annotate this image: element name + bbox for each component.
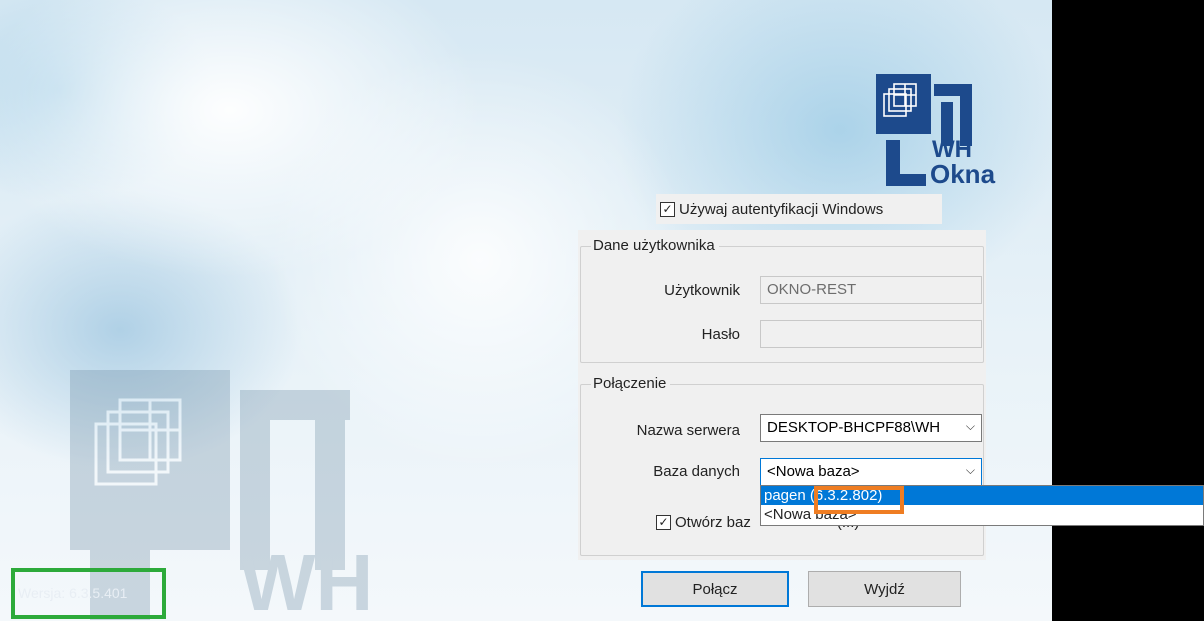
logo-text-okna: Okna (930, 159, 996, 189)
database-combobox[interactable]: <Nowa baza> ⌵ (760, 458, 982, 486)
exit-button[interactable]: Wyjdź (808, 571, 961, 607)
password-field[interactable] (760, 320, 982, 348)
server-combobox[interactable]: DESKTOP-BHCPF88\WH ⌵ (760, 414, 982, 442)
server-combobox-value: DESKTOP-BHCPF88\WH (767, 419, 941, 436)
database-label: Baza danych (653, 463, 740, 480)
connection-group-title: Połączenie (591, 375, 671, 392)
windows-auth-checkbox[interactable]: ✓ (660, 201, 675, 217)
highlight-version-number (814, 486, 904, 514)
login-window: WH WH Okna ✓ Używaj autentyfikacji Windo… (0, 0, 1052, 621)
open-db-checkbox[interactable]: ✓ (656, 514, 671, 530)
user-data-group-title: Dane użytkownika (591, 237, 719, 254)
windows-auth-label: Używaj autentyfikacji Windows (679, 200, 884, 218)
user-label: Użytkownik (664, 282, 740, 299)
password-label: Hasło (701, 326, 740, 343)
open-db-label: Otwórz baz (675, 513, 751, 531)
chevron-down-icon[interactable]: ⌵ (966, 463, 975, 478)
svg-text:WH: WH (240, 538, 373, 621)
database-combobox-value: <Nowa baza> (767, 463, 860, 480)
connect-button[interactable]: Połącz (641, 571, 789, 607)
highlight-app-version (11, 568, 166, 619)
user-field[interactable]: OKNO-REST (760, 276, 982, 304)
chevron-down-icon[interactable]: ⌵ (966, 419, 975, 434)
server-label: Nazwa serwera (636, 422, 740, 439)
windows-auth-row[interactable]: ✓ Używaj autentyfikacji Windows (656, 194, 942, 224)
